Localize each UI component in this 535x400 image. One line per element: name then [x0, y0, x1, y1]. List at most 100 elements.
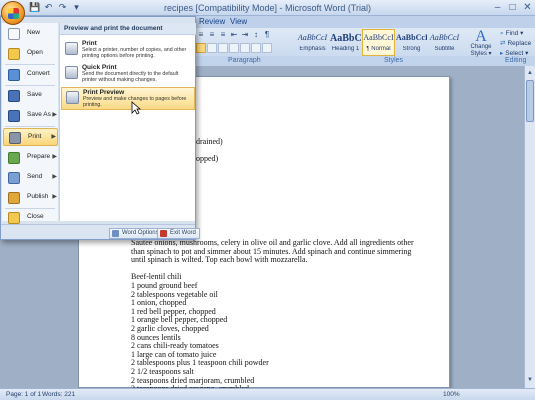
menu-item-label: Save [27, 91, 42, 98]
find-button[interactable]: ⌕ Find ▾ [500, 29, 531, 39]
menu-item-save[interactable]: Save [3, 87, 58, 105]
office-logo-icon [8, 8, 19, 19]
replace-icon: ⇄ [500, 40, 506, 47]
change-styles-button[interactable]: A Change Styles ▾ [466, 29, 496, 58]
paragraph-group-label: Paragraph [228, 57, 261, 64]
style-sample: AaBbCcI [297, 33, 328, 42]
scroll-thumb[interactable] [526, 80, 534, 122]
select-icon: ▸ [500, 50, 504, 57]
tab-review[interactable]: Review [196, 16, 228, 27]
new-document-icon [8, 28, 20, 40]
printer-icon [9, 132, 21, 144]
exit-word-label: Exit Word [170, 230, 196, 236]
menu-item-send[interactable]: Send ▶ [3, 169, 58, 187]
mouse-pointer-icon [131, 101, 141, 115]
vertical-scrollbar[interactable]: ▲ ▼ [524, 66, 535, 388]
style-sample: AaBbCcI [396, 33, 427, 42]
align-left-icon[interactable] [196, 43, 206, 53]
submenu-arrow-icon: ▶ [52, 112, 57, 118]
printer-icon [65, 42, 78, 55]
style-sample: AaBbCcI [363, 33, 394, 42]
change-styles-label: Change Styles ▾ [470, 44, 492, 57]
style-subtitle[interactable]: AaBbCcI Subtitle [428, 29, 461, 56]
style-heading-1[interactable]: AaBbC Heading 1 [329, 29, 362, 56]
submenu-arrow-icon: ▶ [52, 194, 57, 200]
increase-indent-icon[interactable]: ⇥ [240, 30, 250, 40]
align-center-icon[interactable] [207, 43, 217, 53]
numbering-icon[interactable]: ≡ [207, 30, 217, 40]
document-body[interactable]: Sautee onions, mushrooms, celery in oliv… [131, 238, 414, 394]
submenu-item-title: Print Preview [83, 89, 125, 96]
menu-item-print[interactable]: Print ▶ [3, 128, 58, 146]
menu-item-convert[interactable]: Convert [3, 66, 58, 84]
word-options-button[interactable]: Word Options [109, 228, 163, 239]
menu-item-label: Save As [27, 111, 51, 118]
save-disk-icon [8, 90, 20, 102]
office-button[interactable] [1, 1, 25, 25]
show-formatting-icon[interactable]: ¶ [262, 30, 272, 40]
quick-print-icon [65, 66, 78, 79]
submenu-item-title: Quick Print [82, 64, 117, 71]
menu-item-save-as[interactable]: Save As ▶ [3, 107, 58, 125]
menu-item-open[interactable]: Open [3, 45, 58, 63]
window-title: recipes [Compatibility Mode] - Microsoft… [163, 3, 372, 13]
menu-item-publish[interactable]: Publish ▶ [3, 189, 58, 207]
find-label: Find ▾ [505, 30, 524, 37]
exit-icon [160, 230, 167, 237]
submenu-arrow-icon: ▶ [52, 174, 57, 180]
minimize-button[interactable]: – [493, 2, 502, 13]
exit-word-button[interactable]: Exit Word [157, 228, 200, 239]
word-count[interactable]: Words: 221 [42, 391, 75, 398]
submenu-item-title: Print [82, 40, 97, 47]
zoom-level[interactable]: 100% [443, 391, 460, 398]
style-name: Subtitle [434, 46, 455, 52]
scroll-up-icon[interactable]: ▲ [525, 68, 535, 78]
doc-line: drained) [196, 137, 223, 146]
menu-item-label: Close [27, 213, 44, 220]
menu-separator [5, 126, 55, 127]
menu-item-prepare[interactable]: Prepare ▶ [3, 149, 58, 167]
borders-icon[interactable] [262, 43, 272, 53]
decrease-indent-icon[interactable]: ⇤ [229, 30, 239, 40]
paragraph-top-buttons: ≡ ≡ ≡ ⇤ ⇥ ↕ ¶ [196, 30, 272, 40]
menu-separator [5, 85, 55, 86]
page-count[interactable]: Page: 1 of 1 [6, 391, 41, 398]
style-sample: AaBbC [330, 33, 361, 44]
replace-label: Replace [507, 40, 532, 47]
office-menu-footer: Word Options Exit Word [1, 224, 200, 239]
menu-item-label: Open [27, 49, 43, 56]
menu-item-label: Print [28, 133, 42, 140]
shading-icon[interactable] [251, 43, 261, 53]
submenu-arrow-icon: ▶ [51, 134, 56, 140]
submenu-item-print[interactable]: Print Select a printer, number of copies… [61, 39, 195, 62]
multilevel-list-icon[interactable]: ≡ [218, 30, 228, 40]
tab-view[interactable]: View [227, 16, 250, 27]
styles-gallery: AaBbCcI Emphasis AaBbC Heading 1 AaBbCcI… [296, 29, 461, 56]
maximize-button[interactable]: □ [508, 2, 517, 13]
submenu-header-text: Preview and print the document [64, 25, 163, 32]
close-folder-icon [8, 212, 20, 224]
submenu-header: Preview and print the document [60, 23, 196, 35]
style-emphasis[interactable]: AaBbCcI Emphasis [296, 29, 329, 56]
submenu-item-description: Send the document directly to the defaul… [82, 71, 179, 83]
line-spacing-icon[interactable] [240, 43, 250, 53]
menu-item-label: Convert [27, 70, 50, 77]
submenu-item-quick-print[interactable]: Quick Print Send the document directly t… [61, 63, 195, 86]
word-options-label: Word Options [122, 230, 159, 236]
bullets-icon[interactable]: ≡ [196, 30, 206, 40]
close-window-button[interactable]: ✕ [523, 2, 532, 13]
submenu-item-print-preview[interactable]: Print Preview Preview and make changes t… [61, 87, 195, 110]
align-right-icon[interactable] [218, 43, 228, 53]
justify-icon[interactable] [229, 43, 239, 53]
menu-item-new[interactable]: New [3, 25, 58, 43]
office-menu: New Open Convert Save Save As ▶ Print ▶ … [0, 16, 200, 240]
scroll-down-icon[interactable]: ▼ [525, 375, 535, 385]
style-strong[interactable]: AaBbCcI Strong [395, 29, 428, 56]
sort-icon[interactable]: ↕ [251, 30, 261, 40]
replace-button[interactable]: ⇄ Replace [500, 39, 531, 49]
style-normal[interactable]: AaBbCcI ¶ Normal [362, 29, 395, 56]
open-folder-icon [8, 48, 20, 60]
select-button[interactable]: ▸ Select ▾ [500, 49, 531, 59]
send-icon [8, 172, 20, 184]
document-fragment-1: drained) [196, 137, 223, 147]
